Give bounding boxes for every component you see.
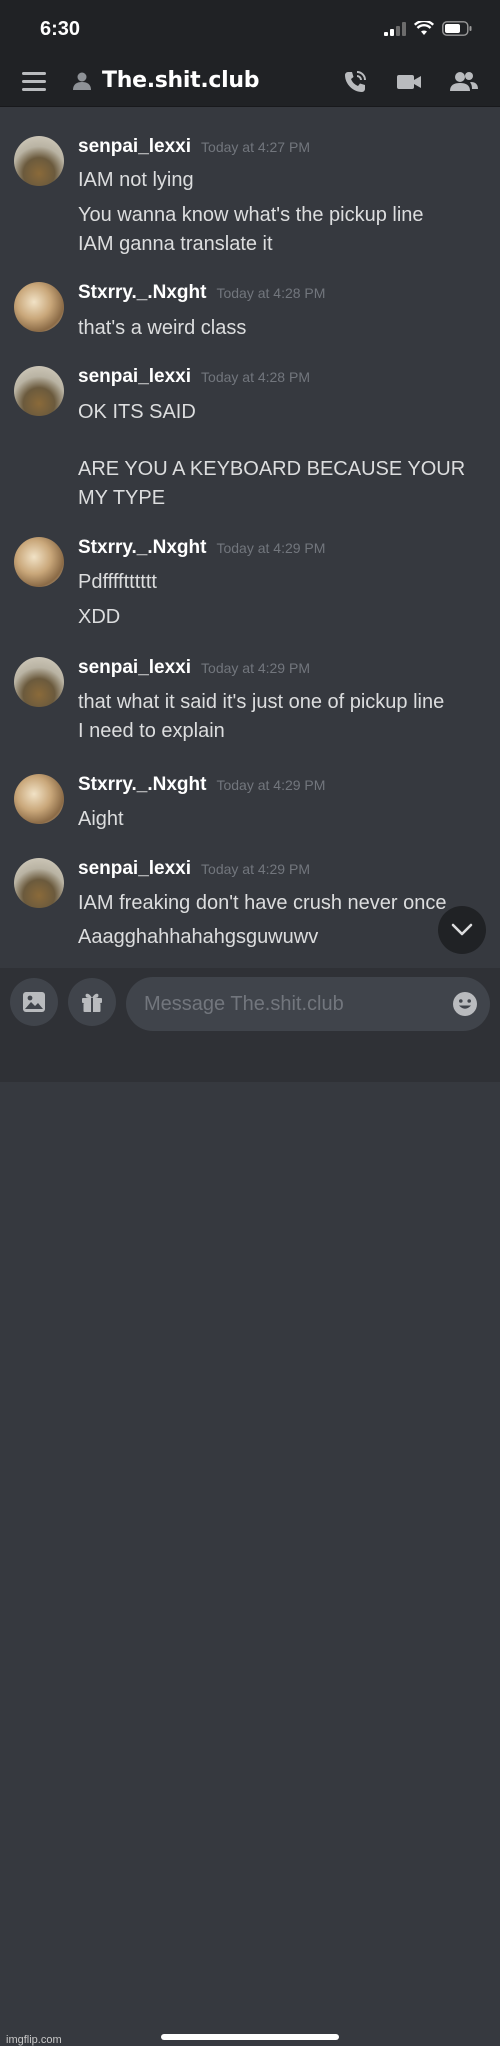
chevron-down-icon bbox=[451, 923, 473, 936]
message-header: Stxrry._.Nxght Today at 4:29 PM bbox=[78, 774, 325, 796]
wifi-icon bbox=[414, 21, 434, 35]
message-header: senpai_lexxi Today at 4:27 PM bbox=[78, 136, 310, 158]
message-timestamp: Today at 4:29 PM bbox=[201, 861, 310, 877]
watermark: imgflip.com bbox=[6, 2034, 62, 2046]
message-text: IAM not lying bbox=[78, 169, 194, 191]
gift-icon bbox=[82, 993, 102, 1012]
emoji-button[interactable] bbox=[452, 991, 478, 1021]
message-text: IAM freaking don't have crush never once bbox=[78, 892, 447, 914]
message-text: Aaagghahhahahgsguwuwv bbox=[78, 926, 319, 948]
message-author[interactable]: senpai_lexxi bbox=[78, 366, 191, 388]
phone-icon[interactable] bbox=[342, 69, 368, 95]
message-timestamp: Today at 4:29 PM bbox=[201, 660, 310, 676]
message-text: MY TYPE bbox=[78, 487, 166, 509]
message-text: Aight bbox=[78, 808, 124, 830]
status-icons bbox=[384, 21, 472, 36]
message-timestamp: Today at 4:28 PM bbox=[201, 369, 310, 385]
jump-to-bottom-button[interactable] bbox=[438, 906, 486, 954]
avatar[interactable] bbox=[14, 537, 64, 587]
message-text: XDD bbox=[78, 606, 121, 628]
message-author[interactable]: senpai_lexxi bbox=[78, 858, 191, 880]
message-text: that what it said it's just one of picku… bbox=[78, 691, 445, 713]
message-author[interactable]: Stxrry._.Nxght bbox=[78, 774, 206, 796]
message-timestamp: Today at 4:28 PM bbox=[216, 285, 326, 301]
message-timestamp: Today at 4:29 PM bbox=[216, 540, 326, 556]
message-header: senpai_lexxi Today at 4:29 PM bbox=[78, 657, 310, 679]
message-timestamp: Today at 4:27 PM bbox=[201, 139, 310, 155]
message-text: IAM ganna translate it bbox=[78, 233, 273, 255]
avatar[interactable] bbox=[14, 282, 64, 332]
hamburger-icon[interactable] bbox=[22, 72, 46, 92]
message-text: I need to explain bbox=[78, 720, 225, 742]
message-text: You wanna know what's the pickup line bbox=[78, 204, 424, 226]
message-input[interactable] bbox=[126, 977, 490, 1031]
message-header: Stxrry._.Nxght Today at 4:29 PM bbox=[78, 537, 325, 559]
emoji-icon bbox=[453, 992, 477, 1016]
attach-image-button[interactable] bbox=[10, 978, 58, 1026]
avatar[interactable] bbox=[14, 858, 64, 908]
avatar[interactable] bbox=[14, 366, 64, 416]
message-text: that's a weird class bbox=[78, 317, 247, 339]
message-text: ARE YOU A KEYBOARD BECAUSE YOUR bbox=[78, 458, 466, 480]
battery-icon bbox=[442, 21, 472, 36]
message-list[interactable]: senpai_lexxi Today at 4:27 PM IAM not ly… bbox=[0, 108, 500, 968]
status-bar: 6:30 bbox=[0, 0, 500, 58]
status-time: 6:30 bbox=[40, 18, 81, 40]
video-icon[interactable] bbox=[396, 69, 422, 95]
avatar[interactable] bbox=[14, 657, 64, 707]
channel-title: The.shit.club bbox=[102, 68, 260, 93]
members-icon[interactable] bbox=[450, 69, 478, 95]
gift-button[interactable] bbox=[68, 978, 116, 1026]
user-icon bbox=[73, 72, 91, 90]
message-text: OK ITS SAID bbox=[78, 401, 196, 423]
message-text: Pdfffftttttt bbox=[78, 571, 157, 593]
message-author[interactable]: senpai_lexxi bbox=[78, 657, 191, 679]
message-author[interactable]: senpai_lexxi bbox=[78, 136, 191, 158]
header-actions bbox=[342, 69, 478, 95]
avatar[interactable] bbox=[14, 136, 64, 186]
avatar[interactable] bbox=[14, 774, 64, 824]
channel-header: The.shit.club bbox=[0, 58, 500, 107]
message-header: senpai_lexxi Today at 4:28 PM bbox=[78, 366, 310, 388]
home-indicator[interactable] bbox=[161, 2034, 339, 2040]
message-composer: imgflip.com bbox=[0, 968, 500, 2046]
message-header: senpai_lexxi Today at 4:29 PM bbox=[78, 858, 310, 880]
message-author[interactable]: Stxrry._.Nxght bbox=[78, 537, 206, 559]
message-timestamp: Today at 4:29 PM bbox=[216, 777, 326, 793]
signal-icon bbox=[384, 21, 406, 36]
image-icon bbox=[23, 992, 45, 1012]
message-author[interactable]: Stxrry._.Nxght bbox=[78, 282, 206, 304]
message-header: Stxrry._.Nxght Today at 4:28 PM bbox=[78, 282, 325, 304]
